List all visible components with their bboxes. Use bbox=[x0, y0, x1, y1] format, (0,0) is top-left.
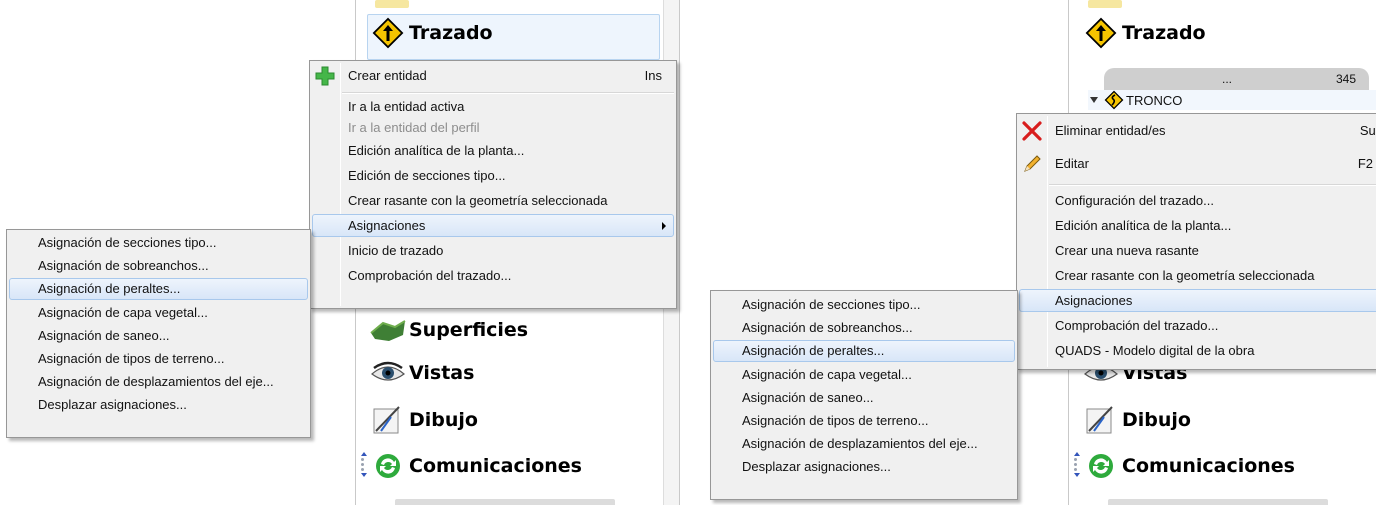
tree-label: Vistas bbox=[409, 362, 475, 384]
submenu-item-desplazar-asignaciones[interactable]: Desplazar asignaciones... bbox=[711, 455, 1017, 478]
plus-icon bbox=[314, 66, 336, 86]
tree-category-superficies[interactable]: Superficies bbox=[369, 313, 528, 347]
tree-category-comunicaciones[interactable]: Comunicaciones bbox=[1082, 449, 1295, 483]
pencil-icon bbox=[1021, 153, 1043, 173]
submenu-item-tipos-terreno[interactable]: Asignación de tipos de terreno... bbox=[7, 347, 310, 370]
cut-off-row bbox=[1108, 499, 1328, 505]
tree-category-comunicaciones[interactable]: Comunicaciones bbox=[369, 449, 582, 483]
submenu-item-tipos-terreno[interactable]: Asignación de tipos de terreno... bbox=[711, 409, 1017, 432]
submenu-item-peraltes[interactable]: Asignación de peraltes... bbox=[711, 339, 1017, 362]
menu-item-asignaciones[interactable]: Asignaciones bbox=[310, 213, 676, 238]
submenu-item-secciones-tipo[interactable]: Asignación de secciones tipo... bbox=[711, 293, 1017, 316]
sync-arrows-icon bbox=[1082, 449, 1120, 483]
context-menu-left: Crear entidad Ins Ir a la entidad activa… bbox=[309, 60, 677, 309]
tree-item-tronco[interactable]: TRONCO bbox=[1088, 90, 1376, 110]
tree-category-vistas[interactable]: Vistas bbox=[369, 356, 474, 390]
terrain-surface-icon bbox=[369, 313, 407, 347]
menu-item-inicio-trazado[interactable]: Inicio de trazado bbox=[310, 238, 676, 263]
submenu-item-desplazamientos-eje[interactable]: Asignación de desplazamientos del eje... bbox=[7, 370, 310, 393]
grid-value: 345 bbox=[1336, 72, 1357, 86]
menu-item-edicion-analitica[interactable]: Edición analítica de la planta... bbox=[1017, 213, 1376, 238]
submenu-item-saneo[interactable]: Asignación de saneo... bbox=[711, 386, 1017, 409]
menu-item-eliminar[interactable]: Eliminar entidad/es Sup bbox=[1017, 115, 1376, 147]
tree-label: Trazado bbox=[1122, 22, 1206, 44]
tree-label: Comunicaciones bbox=[409, 455, 582, 477]
cut-off-row bbox=[395, 499, 615, 505]
submenu-asignaciones-left: Asignación de secciones tipo... Asignaci… bbox=[6, 229, 311, 438]
submenu-item-saneo[interactable]: Asignación de saneo... bbox=[7, 324, 310, 347]
submenu-item-desplazar-asignaciones[interactable]: Desplazar asignaciones... bbox=[7, 393, 310, 416]
tree-label: Comunicaciones bbox=[1122, 455, 1295, 477]
drawing-compass-icon bbox=[369, 403, 407, 437]
grid-header: ... 345 bbox=[1104, 68, 1369, 90]
road-merge-sign-icon bbox=[1082, 16, 1120, 50]
cut-icon bbox=[1088, 0, 1122, 8]
tree-label: Dibujo bbox=[1122, 409, 1191, 431]
menu-item-ir-entidad-activa[interactable]: Ir a la entidad activa bbox=[310, 96, 676, 117]
tree-label: Dibujo bbox=[409, 409, 478, 431]
tree-label: Superficies bbox=[409, 319, 529, 341]
submenu-item-capa-vegetal[interactable]: Asignación de capa vegetal... bbox=[711, 363, 1017, 386]
menu-item-editar[interactable]: Editar F2 bbox=[1017, 147, 1376, 181]
tree-category-dibujo[interactable]: Dibujo bbox=[1082, 403, 1191, 437]
menu-item-asignaciones[interactable]: Asignaciones bbox=[1017, 288, 1376, 313]
menu-item-configuracion[interactable]: Configuración del trazado... bbox=[1017, 188, 1376, 213]
submenu-item-peraltes[interactable]: Asignación de peraltes... bbox=[7, 277, 310, 300]
submenu-arrow-icon bbox=[662, 222, 666, 230]
shortcut-label: F2 bbox=[1357, 156, 1373, 171]
curve-sign-icon bbox=[1104, 90, 1124, 110]
drawing-compass-icon bbox=[1082, 403, 1120, 437]
menu-item-nueva-rasante[interactable]: Crear una nueva rasante bbox=[1017, 238, 1376, 263]
submenu-asignaciones-right: Asignación de secciones tipo... Asignaci… bbox=[710, 290, 1018, 500]
submenu-item-capa-vegetal[interactable]: Asignación de capa vegetal... bbox=[7, 301, 310, 324]
menu-item-comprobacion[interactable]: Comprobación del trazado... bbox=[310, 263, 676, 288]
menu-item-crear-entidad[interactable]: Crear entidad Ins bbox=[310, 63, 676, 89]
menu-item-ir-entidad-perfil: Ir a la entidad del perfil bbox=[348, 120, 480, 135]
tree-label: TRONCO bbox=[1126, 92, 1183, 108]
shortcut-label: Ins bbox=[644, 68, 662, 83]
sync-arrows-icon bbox=[369, 449, 407, 483]
menu-separator bbox=[310, 89, 676, 96]
menu-item-comprobacion[interactable]: Comprobación del trazado... bbox=[1017, 313, 1376, 338]
tree-label: Trazado bbox=[409, 22, 493, 44]
menu-separator bbox=[1017, 181, 1376, 188]
delete-x-icon bbox=[1021, 121, 1043, 141]
context-menu-right: Eliminar entidad/es Sup Editar F2 Config… bbox=[1016, 113, 1376, 370]
collapse-triangle-icon[interactable] bbox=[1090, 97, 1098, 103]
menu-item-crear-rasante[interactable]: Crear rasante con la geometría seleccion… bbox=[1017, 263, 1376, 288]
menu-item-edicion-analitica[interactable]: Edición analítica de la planta... bbox=[310, 138, 676, 163]
eye-icon bbox=[369, 356, 407, 390]
menu-item-crear-rasante[interactable]: Crear rasante con la geometría seleccion… bbox=[310, 188, 676, 213]
submenu-item-sobreanchos[interactable]: Asignación de sobreanchos... bbox=[7, 254, 310, 277]
grid-ellipsis: ... bbox=[1222, 72, 1233, 86]
tree-category-trazado[interactable]: Trazado bbox=[1082, 16, 1206, 50]
cut-icon bbox=[375, 0, 409, 8]
shortcut-label: Sup bbox=[1359, 123, 1376, 138]
submenu-item-sobreanchos[interactable]: Asignación de sobreanchos... bbox=[711, 316, 1017, 339]
menu-item-quads[interactable]: QUADS - Modelo digital de la obra bbox=[1017, 338, 1376, 363]
drag-handle-icon[interactable] bbox=[361, 450, 367, 479]
tree-category-dibujo[interactable]: Dibujo bbox=[369, 403, 478, 437]
tree-category-trazado[interactable]: Trazado bbox=[369, 16, 493, 50]
road-merge-sign-icon bbox=[369, 16, 407, 50]
submenu-item-secciones-tipo[interactable]: Asignación de secciones tipo... bbox=[7, 231, 310, 254]
panel-border bbox=[679, 0, 680, 505]
submenu-item-desplazamientos-eje[interactable]: Asignación de desplazamientos del eje... bbox=[711, 432, 1017, 455]
menu-item-edicion-secciones[interactable]: Edición de secciones tipo... bbox=[310, 163, 676, 188]
drag-handle-icon[interactable] bbox=[1074, 450, 1080, 479]
